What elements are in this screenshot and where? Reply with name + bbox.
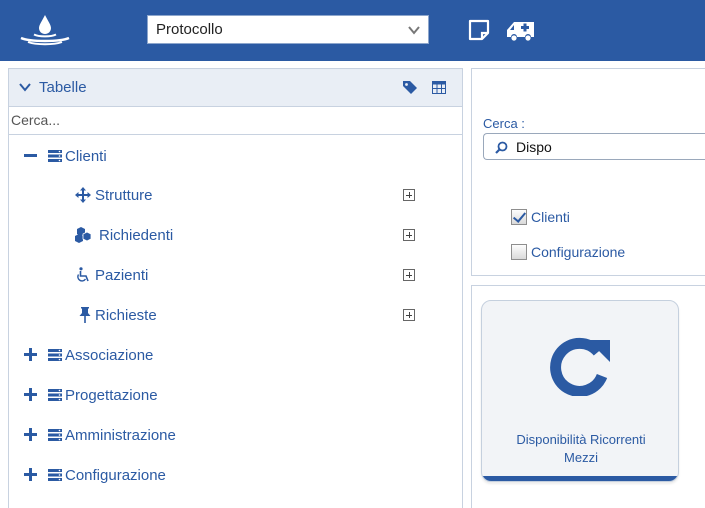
expand-icon[interactable]: [403, 229, 415, 241]
filter-configurazione[interactable]: Configurazione: [511, 242, 625, 262]
expand-plus-icon[interactable]: [23, 427, 39, 443]
results-panel: Disponibilità Ricorrenti Mezzi: [471, 285, 705, 508]
database-icon: [48, 389, 62, 401]
tree-node-label: Associazione: [65, 346, 154, 364]
filter-label: Clienti: [531, 209, 570, 225]
table-grid-icon[interactable]: [432, 81, 446, 94]
search-input[interactable]: [516, 138, 696, 156]
tables-panel-title: Tabelle: [39, 79, 87, 96]
wheelchair-icon: [77, 267, 89, 282]
pushpin-icon: [79, 307, 91, 323]
expand-icon[interactable]: [403, 189, 415, 201]
checkbox-checked[interactable]: [511, 209, 527, 225]
expand-icon[interactable]: [403, 269, 415, 281]
tree-node-label: Progettazione: [65, 386, 158, 404]
database-icon: [48, 349, 62, 361]
tile-accent-bar: [482, 476, 678, 481]
result-tile-label: Disponibilità Ricorrenti Mezzi: [516, 432, 646, 465]
module-select[interactable]: Protocollo: [147, 15, 429, 44]
chevron-down-icon[interactable]: [19, 82, 31, 92]
search-panel: Cerca : Clienti Configurazione: [471, 68, 705, 276]
ambulance-icon[interactable]: [504, 18, 538, 42]
note-icon[interactable]: [467, 18, 491, 42]
tree-node-progettazione[interactable]: Progettazione: [23, 383, 158, 407]
tables-search: [9, 107, 462, 135]
tables-panel: Tabelle Clienti Strutture: [8, 68, 463, 508]
checkbox-unchecked[interactable]: [511, 244, 527, 260]
database-icon: [48, 429, 62, 441]
search-field[interactable]: [483, 133, 705, 160]
database-icon: [48, 150, 62, 162]
water-drop-logo-icon[interactable]: [16, 9, 74, 49]
expand-plus-icon[interactable]: [23, 347, 39, 363]
filter-label: Configurazione: [531, 244, 626, 260]
database-icon: [48, 469, 62, 481]
tree-node-label: Clienti: [65, 147, 107, 165]
cubes-icon: [75, 227, 92, 243]
tree-node-label: Pazienti: [95, 266, 149, 284]
tree-node-richiedenti[interactable]: Richiedenti: [75, 223, 173, 247]
tree-node-associazione[interactable]: Associazione: [23, 343, 153, 367]
tree-node-label: Richieste: [95, 306, 157, 324]
tree-node-amministrazione[interactable]: Amministrazione: [23, 423, 176, 447]
search-icon: [495, 141, 508, 154]
tree-node-clienti[interactable]: Clienti: [23, 144, 107, 168]
tree-node-pazienti[interactable]: Pazienti: [75, 263, 148, 287]
expand-plus-icon[interactable]: [23, 387, 39, 403]
tree-node-label: Configurazione: [65, 466, 166, 484]
collapse-icon[interactable]: [23, 148, 39, 164]
search-label: Cerca :: [483, 116, 525, 131]
top-bar: Protocollo: [0, 0, 705, 61]
tables-panel-header[interactable]: Tabelle: [9, 69, 462, 107]
result-tile[interactable]: Disponibilità Ricorrenti Mezzi: [481, 300, 679, 482]
expand-icon[interactable]: [403, 309, 415, 321]
move-arrows-icon: [75, 187, 91, 203]
tree-node-strutture[interactable]: Strutture: [75, 183, 153, 207]
tables-search-input[interactable]: [11, 109, 451, 131]
tree-node-richieste[interactable]: Richieste: [79, 303, 157, 327]
tree-node-configurazione[interactable]: Configurazione: [23, 463, 166, 487]
refresh-icon: [550, 337, 610, 396]
filter-clienti[interactable]: Clienti: [511, 207, 570, 227]
tree-node-label: Richiedenti: [99, 226, 174, 244]
module-select-value: Protocollo: [156, 21, 223, 38]
expand-plus-icon[interactable]: [23, 467, 39, 483]
chevron-down-icon: [408, 26, 420, 35]
tags-icon[interactable]: [402, 80, 419, 95]
tree-node-label: Strutture: [95, 186, 153, 204]
tree-node-label: Amministrazione: [65, 426, 176, 444]
